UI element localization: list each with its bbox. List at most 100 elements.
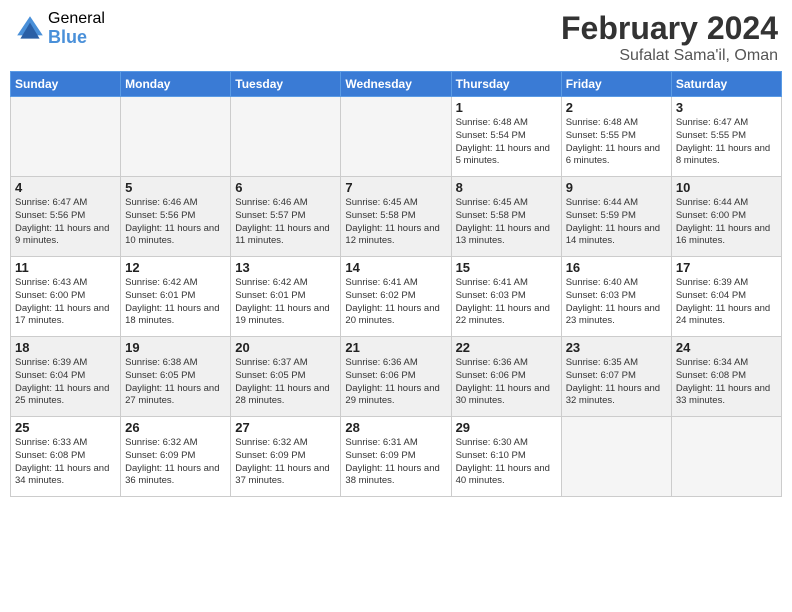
calendar-cell: 23Sunrise: 6:35 AM Sunset: 6:07 PM Dayli… [561, 337, 671, 417]
day-info: Sunrise: 6:39 AM Sunset: 6:04 PM Dayligh… [15, 357, 116, 408]
day-info: Sunrise: 6:34 AM Sunset: 6:08 PM Dayligh… [676, 357, 777, 408]
day-number: 14 [345, 260, 446, 275]
calendar-cell: 19Sunrise: 6:38 AM Sunset: 6:05 PM Dayli… [121, 337, 231, 417]
calendar-cell: 29 Sunrise: 6:30 AM Sunset: 6:10 PM Dayli… [451, 417, 561, 497]
weekday-header-row: SundayMondayTuesdayWednesdayThursdayFrid… [11, 72, 782, 97]
day-info: Sunrise: 6:47 AM Sunset: 5:56 PM Dayligh… [15, 197, 116, 248]
day-info: Sunrise: 6:48 AM Sunset: 5:54 PM Dayligh… [456, 117, 557, 168]
weekday-header-wednesday: Wednesday [341, 72, 451, 97]
day-number: 23 [566, 340, 667, 355]
calendar-cell [671, 417, 781, 497]
calendar-cell: 21 Sunrise: 6:36 AM Sunset: 6:06 PM Dayli… [341, 337, 451, 417]
logo-text: General Blue [48, 10, 105, 47]
day-number: 11 [15, 260, 116, 275]
day-number: 4 [15, 180, 116, 195]
day-number: 16 [566, 260, 667, 275]
calendar-cell: 14 Sunrise: 6:41 AM Sunset: 6:02 PM Dayli… [341, 257, 451, 337]
day-info: Sunrise: 6:48 AM Sunset: 5:55 PM Dayligh… [566, 117, 667, 168]
day-info: Sunrise: 6:45 AM Sunset: 5:58 PM Dayligh… [456, 197, 557, 248]
day-info: Sunrise: 6:47 AM Sunset: 5:55 PM Dayligh… [676, 117, 777, 168]
calendar-cell: 25 Sunrise: 6:33 AM Sunset: 6:08 PM Dayli… [11, 417, 121, 497]
day-number: 6 [235, 180, 336, 195]
day-number: 13 [235, 260, 336, 275]
calendar-cell: 2 Sunrise: 6:48 AM Sunset: 5:55 PM Daylig… [561, 97, 671, 177]
logo-blue: Blue [48, 28, 105, 48]
weekday-header-thursday: Thursday [451, 72, 561, 97]
title-block: February 2024 Sufalat Sama'il, Oman [561, 10, 778, 65]
day-info: Sunrise: 6:46 AM Sunset: 5:57 PM Dayligh… [235, 197, 336, 248]
calendar-cell: 20Sunrise: 6:37 AM Sunset: 6:05 PM Dayli… [231, 337, 341, 417]
calendar-cell: 26 Sunrise: 6:32 AM Sunset: 6:09 PM Dayli… [121, 417, 231, 497]
calendar-cell: 11 Sunrise: 6:43 AM Sunset: 6:00 PM Dayli… [11, 257, 121, 337]
day-info: Sunrise: 6:42 AM Sunset: 6:01 PM Dayligh… [125, 277, 226, 328]
day-number: 20 [235, 340, 336, 355]
logo-general: General [48, 10, 105, 28]
day-info: Sunrise: 6:36 AM Sunset: 6:06 PM Dayligh… [345, 357, 446, 408]
calendar-week-row: 4 Sunrise: 6:47 AM Sunset: 5:56 PM Daylig… [11, 177, 782, 257]
day-number: 2 [566, 100, 667, 115]
day-info: Sunrise: 6:31 AM Sunset: 6:09 PM Dayligh… [345, 437, 446, 488]
page-header: General Blue February 2024 Sufalat Sama'… [10, 10, 782, 65]
calendar-cell: 3Sunrise: 6:47 AM Sunset: 5:55 PM Daylig… [671, 97, 781, 177]
day-number: 29 [456, 420, 557, 435]
calendar-cell: 22 Sunrise: 6:36 AM Sunset: 6:06 PM Dayli… [451, 337, 561, 417]
day-number: 26 [125, 420, 226, 435]
calendar-cell: 28 Sunrise: 6:31 AM Sunset: 6:09 PM Dayli… [341, 417, 451, 497]
calendar-cell: 15 Sunrise: 6:41 AM Sunset: 6:03 PM Dayli… [451, 257, 561, 337]
calendar-week-row: 11 Sunrise: 6:43 AM Sunset: 6:00 PM Dayli… [11, 257, 782, 337]
calendar-cell: 4 Sunrise: 6:47 AM Sunset: 5:56 PM Daylig… [11, 177, 121, 257]
day-number: 27 [235, 420, 336, 435]
day-number: 19 [125, 340, 226, 355]
calendar-cell: 13Sunrise: 6:42 AM Sunset: 6:01 PM Dayli… [231, 257, 341, 337]
calendar-cell: 9 Sunrise: 6:44 AM Sunset: 5:59 PM Daylig… [561, 177, 671, 257]
calendar-week-row: 18 Sunrise: 6:39 AM Sunset: 6:04 PM Dayli… [11, 337, 782, 417]
day-number: 28 [345, 420, 446, 435]
day-info: Sunrise: 6:33 AM Sunset: 6:08 PM Dayligh… [15, 437, 116, 488]
day-number: 22 [456, 340, 557, 355]
day-info: Sunrise: 6:41 AM Sunset: 6:02 PM Dayligh… [345, 277, 446, 328]
calendar-cell: 6 Sunrise: 6:46 AM Sunset: 5:57 PM Daylig… [231, 177, 341, 257]
day-info: Sunrise: 6:41 AM Sunset: 6:03 PM Dayligh… [456, 277, 557, 328]
day-info: Sunrise: 6:44 AM Sunset: 5:59 PM Dayligh… [566, 197, 667, 248]
calendar-cell: 18 Sunrise: 6:39 AM Sunset: 6:04 PM Dayli… [11, 337, 121, 417]
day-number: 21 [345, 340, 446, 355]
logo-icon [14, 13, 46, 45]
day-info: Sunrise: 6:40 AM Sunset: 6:03 PM Dayligh… [566, 277, 667, 328]
calendar-cell: 24Sunrise: 6:34 AM Sunset: 6:08 PM Dayli… [671, 337, 781, 417]
day-number: 15 [456, 260, 557, 275]
weekday-header-saturday: Saturday [671, 72, 781, 97]
day-number: 18 [15, 340, 116, 355]
day-number: 9 [566, 180, 667, 195]
calendar-cell: 5Sunrise: 6:46 AM Sunset: 5:56 PM Daylig… [121, 177, 231, 257]
day-number: 17 [676, 260, 777, 275]
calendar-cell [341, 97, 451, 177]
day-info: Sunrise: 6:32 AM Sunset: 6:09 PM Dayligh… [125, 437, 226, 488]
day-info: Sunrise: 6:45 AM Sunset: 5:58 PM Dayligh… [345, 197, 446, 248]
day-info: Sunrise: 6:30 AM Sunset: 6:10 PM Dayligh… [456, 437, 557, 488]
day-number: 7 [345, 180, 446, 195]
calendar-cell [561, 417, 671, 497]
calendar-cell: 7 Sunrise: 6:45 AM Sunset: 5:58 PM Daylig… [341, 177, 451, 257]
day-info: Sunrise: 6:39 AM Sunset: 6:04 PM Dayligh… [676, 277, 777, 328]
calendar-table: SundayMondayTuesdayWednesdayThursdayFrid… [10, 71, 782, 497]
logo: General Blue [14, 10, 105, 47]
calendar-cell: 12 Sunrise: 6:42 AM Sunset: 6:01 PM Dayli… [121, 257, 231, 337]
calendar-cell: 27Sunrise: 6:32 AM Sunset: 6:09 PM Dayli… [231, 417, 341, 497]
calendar-cell: 1Sunrise: 6:48 AM Sunset: 5:54 PM Daylig… [451, 97, 561, 177]
calendar-cell: 17 Sunrise: 6:39 AM Sunset: 6:04 PM Dayli… [671, 257, 781, 337]
day-info: Sunrise: 6:43 AM Sunset: 6:00 PM Dayligh… [15, 277, 116, 328]
calendar-cell: 10Sunrise: 6:44 AM Sunset: 6:00 PM Dayli… [671, 177, 781, 257]
day-number: 8 [456, 180, 557, 195]
day-number: 25 [15, 420, 116, 435]
calendar-cell [11, 97, 121, 177]
day-number: 12 [125, 260, 226, 275]
location: Sufalat Sama'il, Oman [561, 47, 778, 65]
weekday-header-monday: Monday [121, 72, 231, 97]
calendar-week-row: 1Sunrise: 6:48 AM Sunset: 5:54 PM Daylig… [11, 97, 782, 177]
calendar-week-row: 25 Sunrise: 6:33 AM Sunset: 6:08 PM Dayli… [11, 417, 782, 497]
day-info: Sunrise: 6:46 AM Sunset: 5:56 PM Dayligh… [125, 197, 226, 248]
calendar-cell [231, 97, 341, 177]
calendar-cell: 8 Sunrise: 6:45 AM Sunset: 5:58 PM Daylig… [451, 177, 561, 257]
weekday-header-tuesday: Tuesday [231, 72, 341, 97]
day-info: Sunrise: 6:36 AM Sunset: 6:06 PM Dayligh… [456, 357, 557, 408]
